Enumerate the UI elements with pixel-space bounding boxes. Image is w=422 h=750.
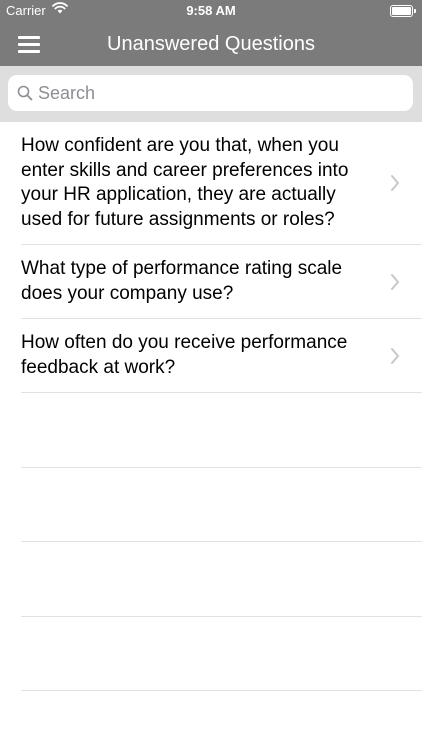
search-input[interactable] xyxy=(38,75,403,111)
search-bar xyxy=(0,66,422,122)
chevron-right-icon xyxy=(390,347,400,370)
chevron-right-icon xyxy=(390,174,400,197)
question-row[interactable]: How often do you receive performance fee… xyxy=(21,319,422,393)
battery-icon xyxy=(390,5,416,17)
empty-row-separator xyxy=(21,467,422,468)
question-row[interactable]: How confident are you that, when you ent… xyxy=(21,122,422,245)
status-time: 9:58 AM xyxy=(186,3,236,18)
empty-row-separator xyxy=(21,541,422,542)
search-icon xyxy=(17,85,33,106)
question-text: How often do you receive performance fee… xyxy=(21,332,348,378)
question-row[interactable]: What type of performance rating scale do… xyxy=(21,245,422,319)
questions-list: How confident are you that, when you ent… xyxy=(0,122,422,393)
question-text: How confident are you that, when you ent… xyxy=(21,135,349,230)
status-bar: Carrier 9:58 AM xyxy=(0,0,422,22)
question-text: What type of performance rating scale do… xyxy=(21,258,343,304)
chevron-right-icon xyxy=(390,273,400,296)
search-field-container[interactable] xyxy=(8,75,413,111)
empty-row-separator xyxy=(21,616,422,617)
navigation-bar: Unanswered Questions xyxy=(0,22,422,66)
empty-row-separator xyxy=(21,690,422,691)
page-title: Unanswered Questions xyxy=(107,33,315,55)
